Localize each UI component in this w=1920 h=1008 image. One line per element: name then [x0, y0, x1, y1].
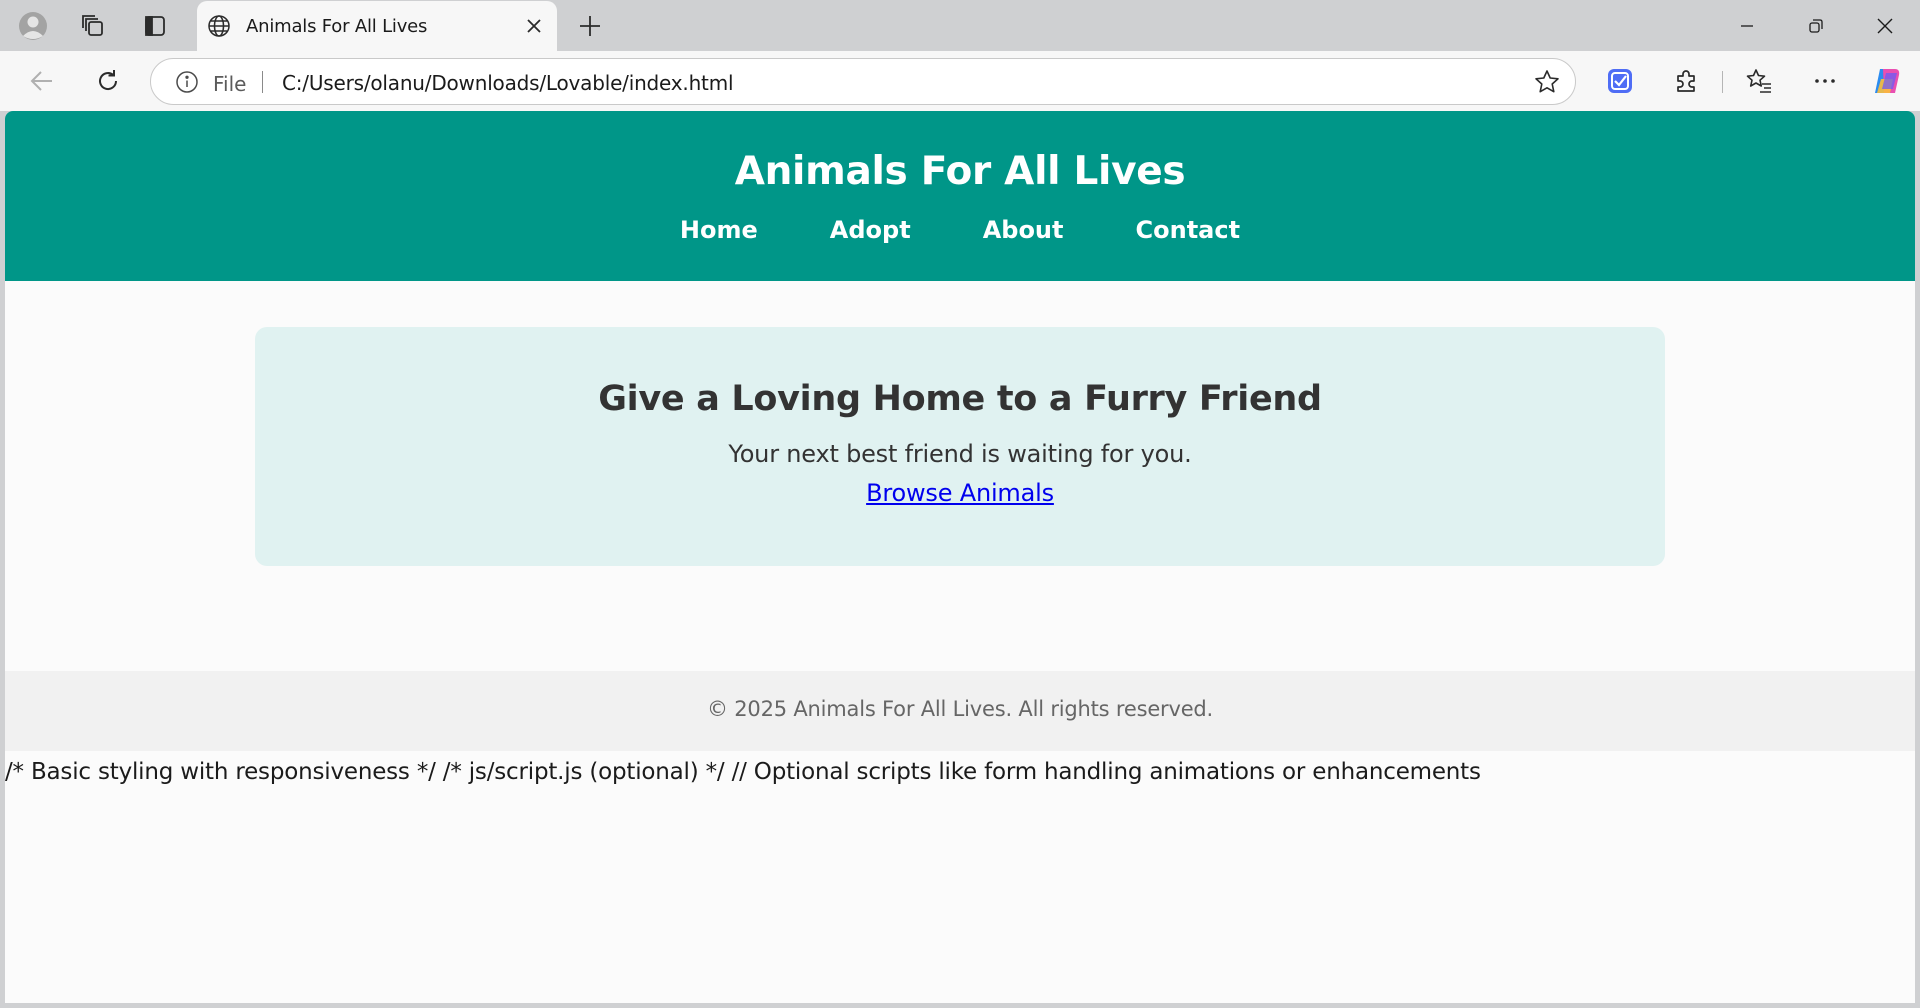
close-tab-icon[interactable] — [521, 13, 547, 39]
page-viewport: Animals For All Lives Home Adopt About C… — [5, 111, 1915, 1003]
tab-strip: Animals For All Lives — [0, 0, 1920, 51]
site-footer: © 2025 Animals For All Lives. All rights… — [5, 671, 1915, 751]
hero-section: Give a Loving Home to a Furry Friend You… — [255, 327, 1665, 566]
hero-heading: Give a Loving Home to a Furry Friend — [598, 379, 1322, 419]
site-nav: Home Adopt About Contact — [5, 216, 1915, 244]
tab-actions-icon[interactable] — [135, 6, 175, 46]
tab-title: Animals For All Lives — [246, 16, 428, 37]
nav-link-adopt[interactable]: Adopt — [830, 216, 911, 244]
active-tab[interactable]: Animals For All Lives — [197, 1, 557, 51]
address-bar[interactable]: File C:/Users/olanu/Downloads/Lovable/in… — [150, 58, 1576, 105]
back-arrow-icon[interactable] — [22, 61, 62, 101]
stray-code-text: /* Basic styling with responsiveness */ … — [5, 759, 1481, 785]
site-title: Animals For All Lives — [734, 149, 1186, 194]
globe-icon — [207, 14, 231, 38]
toolbar-divider — [1722, 71, 1723, 93]
extension-shield-icon[interactable] — [1600, 61, 1640, 101]
info-icon[interactable] — [175, 70, 199, 94]
nav-link-contact[interactable]: Contact — [1136, 216, 1241, 244]
workspaces-icon[interactable] — [73, 6, 113, 46]
copilot-icon[interactable] — [1867, 61, 1907, 101]
site-header: Animals For All Lives Home Adopt About C… — [5, 111, 1915, 281]
favorites-list-icon[interactable] — [1739, 61, 1779, 101]
more-dots-icon[interactable] — [1805, 61, 1845, 101]
scheme-label: File — [213, 72, 247, 96]
new-tab-button[interactable] — [570, 6, 610, 46]
footer-copyright: © 2025 Animals For All Lives. All rights… — [706, 697, 1214, 721]
close-window-icon[interactable] — [1851, 0, 1919, 51]
browse-animals-link[interactable]: Browse Animals — [866, 479, 1054, 507]
nav-link-home[interactable]: Home — [680, 216, 758, 244]
address-separator — [262, 71, 263, 93]
browser-toolbar: File C:/Users/olanu/Downloads/Lovable/in… — [0, 51, 1920, 111]
profile-avatar-icon[interactable] — [13, 6, 53, 46]
nav-link-about[interactable]: About — [983, 216, 1064, 244]
minimize-icon[interactable] — [1713, 0, 1781, 51]
reload-icon[interactable] — [88, 61, 128, 101]
star-icon[interactable] — [1533, 68, 1561, 96]
restore-icon[interactable] — [1782, 0, 1850, 51]
hero-text: Your next best friend is waiting for you… — [728, 440, 1192, 468]
puzzle-icon[interactable] — [1666, 61, 1706, 101]
url-text[interactable]: C:/Users/olanu/Downloads/Lovable/index.h… — [282, 71, 734, 95]
